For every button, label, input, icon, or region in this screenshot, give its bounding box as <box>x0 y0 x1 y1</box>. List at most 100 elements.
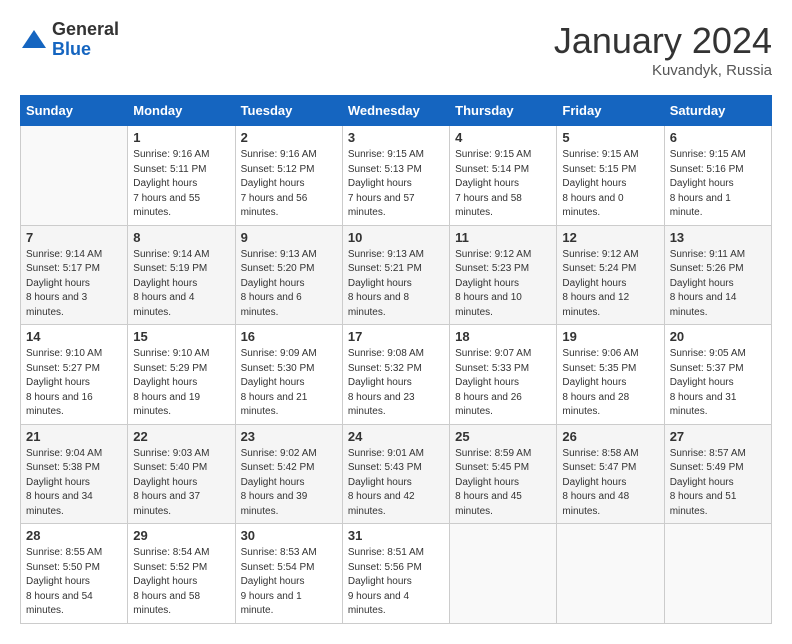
day-info: Sunrise: 9:12 AMSunset: 5:23 PMDaylight … <box>455 248 551 321</box>
weekday-header-saturday: Saturday <box>664 96 771 126</box>
calendar-day-cell: 6Sunrise: 9:15 AMSunset: 5:16 PMDaylight… <box>664 126 771 226</box>
day-number: 24 <box>348 429 444 444</box>
day-info: Sunrise: 9:10 AMSunset: 5:29 PMDaylight … <box>133 347 229 420</box>
calendar-day-cell: 2Sunrise: 9:16 AMSunset: 5:12 PMDaylight… <box>235 126 342 226</box>
day-number: 14 <box>26 329 122 344</box>
weekday-header-tuesday: Tuesday <box>235 96 342 126</box>
calendar-day-cell: 13Sunrise: 9:11 AMSunset: 5:26 PMDayligh… <box>664 225 771 325</box>
calendar-week-row: 1 Sunrise: 9:16 AMSunset: 5:11 PMDaylight… <box>21 126 772 226</box>
day-info: Sunrise: 8:59 AMSunset: 5:45 PMDaylight … <box>455 447 551 520</box>
calendar-week-row: 21 Sunrise: 9:04 AMSunset: 5:38 PMDayligh… <box>21 424 772 524</box>
calendar-day-cell: 18Sunrise: 9:07 AMSunset: 5:33 PMDayligh… <box>450 325 557 425</box>
day-info: Sunrise: 9:13 AMSunset: 5:21 PMDaylight … <box>348 248 444 321</box>
logo-icon <box>20 26 48 54</box>
day-number: 11 <box>455 230 551 245</box>
calendar-week-row: 28 Sunrise: 8:55 AMSunset: 5:50 PMDayligh… <box>21 524 772 624</box>
day-info: Sunrise: 8:54 AMSunset: 5:52 PMDaylight … <box>133 546 229 619</box>
day-info: Sunrise: 9:10 AMSunset: 5:27 PMDaylight … <box>26 347 122 420</box>
day-info: Sunrise: 9:14 AMSunset: 5:17 PMDaylight … <box>26 248 122 321</box>
calendar-day-cell: 25 Sunrise: 8:59 AMSunset: 5:45 PMDayligh… <box>450 424 557 524</box>
day-info: Sunrise: 8:57 AMSunset: 5:49 PMDaylight … <box>670 447 766 520</box>
day-info: Sunrise: 9:06 AMSunset: 5:35 PMDaylight … <box>562 347 658 420</box>
day-number: 16 <box>241 329 337 344</box>
day-number: 21 <box>26 429 122 444</box>
day-number: 23 <box>241 429 337 444</box>
day-number: 10 <box>348 230 444 245</box>
day-info: Sunrise: 9:15 AMSunset: 5:15 PMDaylight … <box>562 148 658 221</box>
calendar-day-cell: 1 Sunrise: 9:16 AMSunset: 5:11 PMDaylight… <box>128 126 235 226</box>
page-header: General Blue January 2024 Kuvandyk, Russ… <box>20 20 772 79</box>
day-info: Sunrise: 9:14 AMSunset: 5:19 PMDaylight … <box>133 248 229 321</box>
calendar-day-cell: 9 Sunrise: 9:13 AMSunset: 5:20 PMDaylight… <box>235 225 342 325</box>
day-info: Sunrise: 9:01 AMSunset: 5:43 PMDaylight … <box>348 447 444 520</box>
calendar-day-cell: 17 Sunrise: 9:08 AMSunset: 5:32 PMDayligh… <box>342 325 449 425</box>
day-number: 28 <box>26 528 122 543</box>
day-number: 9 <box>241 230 337 245</box>
day-number: 12 <box>562 230 658 245</box>
day-info: Sunrise: 9:08 AMSunset: 5:32 PMDaylight … <box>348 347 444 420</box>
weekday-header-row: SundayMondayTuesdayWednesdayThursdayFrid… <box>21 96 772 126</box>
day-number: 19 <box>562 329 658 344</box>
calendar-day-cell: 27 Sunrise: 8:57 AMSunset: 5:49 PMDayligh… <box>664 424 771 524</box>
day-info: Sunrise: 8:58 AMSunset: 5:47 PMDaylight … <box>562 447 658 520</box>
day-number: 29 <box>133 528 229 543</box>
calendar-day-cell: 11 Sunrise: 9:12 AMSunset: 5:23 PMDayligh… <box>450 225 557 325</box>
day-info: Sunrise: 9:02 AMSunset: 5:42 PMDaylight … <box>241 447 337 520</box>
day-number: 17 <box>348 329 444 344</box>
day-number: 7 <box>26 230 122 245</box>
calendar-day-cell <box>557 524 664 624</box>
calendar-week-row: 14 Sunrise: 9:10 AMSunset: 5:27 PMDayligh… <box>21 325 772 425</box>
day-number: 20 <box>670 329 766 344</box>
calendar-day-cell: 12 Sunrise: 9:12 AMSunset: 5:24 PMDayligh… <box>557 225 664 325</box>
logo: General Blue <box>20 20 119 60</box>
day-info: Sunrise: 9:12 AMSunset: 5:24 PMDaylight … <box>562 248 658 321</box>
day-number: 25 <box>455 429 551 444</box>
calendar-day-cell <box>450 524 557 624</box>
day-info: Sunrise: 8:55 AMSunset: 5:50 PMDaylight … <box>26 546 122 619</box>
day-info: Sunrise: 9:04 AMSunset: 5:38 PMDaylight … <box>26 447 122 520</box>
calendar-day-cell: 19 Sunrise: 9:06 AMSunset: 5:35 PMDayligh… <box>557 325 664 425</box>
calendar-day-cell <box>21 126 128 226</box>
day-info: Sunrise: 9:13 AMSunset: 5:20 PMDaylight … <box>241 248 337 321</box>
month-title: January 2024 <box>554 20 772 62</box>
day-number: 4 <box>455 130 551 145</box>
day-info: Sunrise: 8:51 AMSunset: 5:56 PMDaylight … <box>348 546 444 619</box>
calendar-day-cell: 15 Sunrise: 9:10 AMSunset: 5:29 PMDayligh… <box>128 325 235 425</box>
location-subtitle: Kuvandyk, Russia <box>554 62 772 79</box>
calendar-day-cell: 16Sunrise: 9:09 AMSunset: 5:30 PMDayligh… <box>235 325 342 425</box>
weekday-header-friday: Friday <box>557 96 664 126</box>
calendar-day-cell: 10 Sunrise: 9:13 AMSunset: 5:21 PMDayligh… <box>342 225 449 325</box>
calendar-day-cell: 4Sunrise: 9:15 AMSunset: 5:14 PMDaylight… <box>450 126 557 226</box>
day-number: 6 <box>670 130 766 145</box>
calendar-day-cell: 22 Sunrise: 9:03 AMSunset: 5:40 PMDayligh… <box>128 424 235 524</box>
day-number: 30 <box>241 528 337 543</box>
day-number: 1 <box>133 130 229 145</box>
day-number: 5 <box>562 130 658 145</box>
day-number: 15 <box>133 329 229 344</box>
day-info: Sunrise: 9:16 AMSunset: 5:12 PMDaylight … <box>241 148 337 221</box>
weekday-header-wednesday: Wednesday <box>342 96 449 126</box>
calendar-day-cell: 21 Sunrise: 9:04 AMSunset: 5:38 PMDayligh… <box>21 424 128 524</box>
day-info: Sunrise: 9:07 AMSunset: 5:33 PMDaylight … <box>455 347 551 420</box>
calendar-day-cell: 24 Sunrise: 9:01 AMSunset: 5:43 PMDayligh… <box>342 424 449 524</box>
calendar-day-cell: 5 Sunrise: 9:15 AMSunset: 5:15 PMDaylight… <box>557 126 664 226</box>
calendar-day-cell: 28 Sunrise: 8:55 AMSunset: 5:50 PMDayligh… <box>21 524 128 624</box>
calendar-day-cell: 26Sunrise: 8:58 AMSunset: 5:47 PMDayligh… <box>557 424 664 524</box>
day-number: 22 <box>133 429 229 444</box>
day-info: Sunrise: 9:16 AMSunset: 5:11 PMDaylight … <box>133 148 229 221</box>
day-info: Sunrise: 9:03 AMSunset: 5:40 PMDaylight … <box>133 447 229 520</box>
day-number: 31 <box>348 528 444 543</box>
calendar-day-cell: 29 Sunrise: 8:54 AMSunset: 5:52 PMDayligh… <box>128 524 235 624</box>
calendar-table: SundayMondayTuesdayWednesdayThursdayFrid… <box>20 95 772 624</box>
logo-general-text: General <box>52 19 119 39</box>
day-number: 27 <box>670 429 766 444</box>
title-block: January 2024 Kuvandyk, Russia <box>554 20 772 79</box>
weekday-header-thursday: Thursday <box>450 96 557 126</box>
day-number: 3 <box>348 130 444 145</box>
weekday-header-monday: Monday <box>128 96 235 126</box>
calendar-day-cell: 30Sunrise: 8:53 AMSunset: 5:54 PMDayligh… <box>235 524 342 624</box>
day-number: 8 <box>133 230 229 245</box>
calendar-day-cell: 3Sunrise: 9:15 AMSunset: 5:13 PMDaylight… <box>342 126 449 226</box>
logo-blue-text: Blue <box>52 39 91 59</box>
calendar-day-cell <box>664 524 771 624</box>
